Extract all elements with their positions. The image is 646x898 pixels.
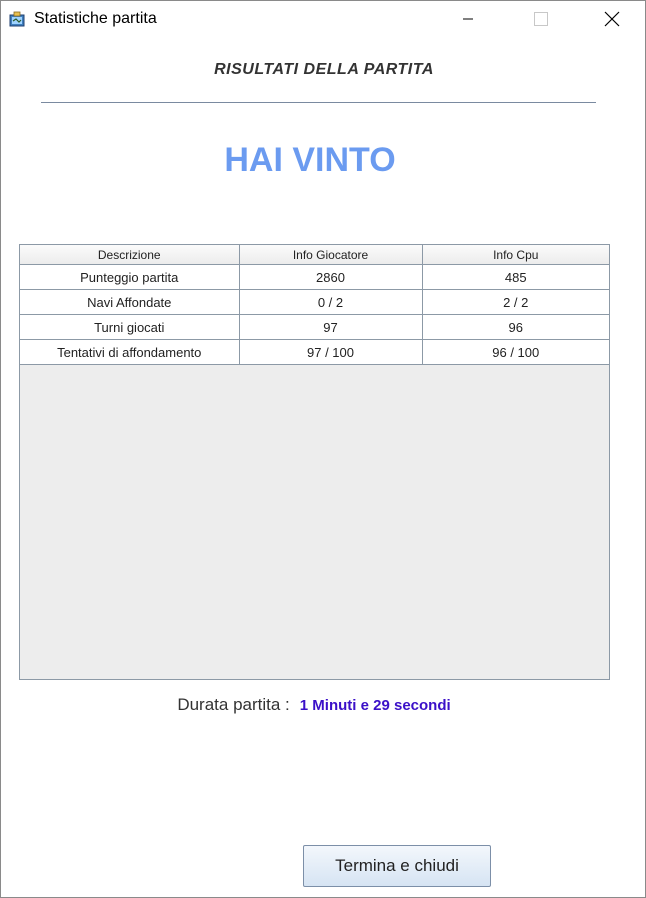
duration-label: Durata partita : [177, 695, 290, 714]
duration-line: Durata partita : 1 Minuti e 29 secondi [1, 695, 646, 715]
minimize-icon [463, 18, 473, 20]
player-ships-sunk[interactable]: 0 / 2 [238, 289, 423, 315]
table-row[interactable]: Turni giocati 97 96 [20, 314, 609, 340]
maximize-button[interactable] [518, 1, 564, 37]
minimize-button[interactable] [445, 1, 491, 37]
duration-value: 1 Minuti e 29 secondi [299, 697, 451, 714]
stats-table-panel[interactable]: Descrizione Info Giocatore Info Cpu Punt… [19, 244, 610, 680]
close-window-button[interactable] [589, 1, 635, 37]
column-header-player[interactable]: Info Giocatore [238, 245, 423, 265]
stats-table[interactable]: Descrizione Info Giocatore Info Cpu Punt… [20, 245, 609, 365]
results-heading: RISULTATI DELLA PARTITA [214, 61, 434, 78]
cpu-attempts[interactable]: 96 / 100 [421, 339, 609, 365]
player-score[interactable]: 2860 [238, 264, 423, 290]
app-game-icon [9, 11, 25, 27]
end-and-close-button[interactable]: Termina e chiudi [303, 845, 491, 887]
table-row[interactable]: Tentativi di affondamento 97 / 100 96 / … [20, 339, 609, 365]
cpu-ships-sunk[interactable]: 2 / 2 [421, 289, 609, 315]
maximize-icon [534, 12, 548, 26]
column-header-description[interactable]: Descrizione [20, 245, 240, 265]
stats-window: Statistiche partita RISULTATI DELLA PART… [0, 0, 646, 898]
title-bar[interactable]: Statistiche partita [1, 1, 645, 39]
cpu-turns[interactable]: 96 [421, 314, 609, 340]
game-result: HAI VINTO [224, 141, 396, 179]
cpu-score[interactable]: 485 [421, 264, 609, 290]
table-row[interactable]: Navi Affondate 0 / 2 2 / 2 [20, 289, 609, 315]
heading-divider [41, 102, 596, 103]
player-turns[interactable]: 97 [238, 314, 423, 340]
column-header-cpu[interactable]: Info Cpu [421, 245, 609, 265]
player-attempts[interactable]: 97 / 100 [238, 339, 423, 365]
row-label-attempts[interactable]: Tentativi di affondamento [20, 339, 240, 365]
table-row[interactable]: Punteggio partita 2860 485 [20, 264, 609, 290]
table-header-row: Descrizione Info Giocatore Info Cpu [20, 245, 609, 265]
row-label-turns[interactable]: Turni giocati [20, 314, 240, 340]
row-label-ships-sunk[interactable]: Navi Affondate [20, 289, 240, 315]
close-icon [604, 11, 620, 27]
window-title: Statistiche partita [34, 10, 157, 27]
row-label-score[interactable]: Punteggio partita [20, 264, 240, 290]
